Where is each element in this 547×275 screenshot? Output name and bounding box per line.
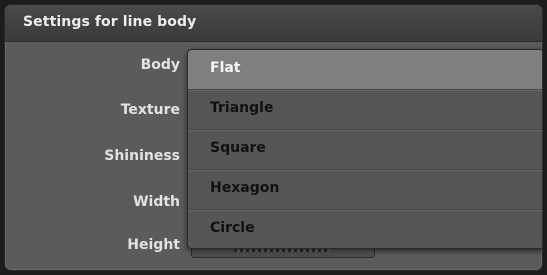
dropdown-option-label: Triangle — [210, 100, 274, 116]
height-label: Height — [127, 237, 180, 253]
texture-label: Texture — [120, 102, 180, 118]
dropdown-option-hexagon[interactable]: Hexagon — [188, 170, 542, 210]
dropdown-option-label: Hexagon — [210, 180, 280, 196]
panel-title: Settings for line body — [23, 14, 197, 30]
dropdown-option-flat[interactable]: Flat — [188, 50, 542, 90]
shininess-label: Shininess — [104, 148, 180, 164]
width-label: Width — [133, 194, 180, 210]
dropdown-option-square[interactable]: Square — [188, 130, 542, 170]
body-dropdown-menu[interactable]: Flat Triangle Square Hexagon Circle — [187, 49, 542, 249]
settings-panel: Settings for line body Body Texture Shin… — [4, 4, 543, 271]
dropdown-option-triangle[interactable]: Triangle — [188, 90, 542, 130]
dropdown-option-label: Flat — [210, 60, 241, 76]
dropdown-option-label: Square — [210, 140, 266, 156]
dropdown-option-circle[interactable]: Circle — [188, 210, 542, 248]
dropdown-option-label: Circle — [210, 220, 255, 236]
title-bar: Settings for line body — [5, 5, 542, 42]
body-label: Body — [140, 57, 180, 73]
